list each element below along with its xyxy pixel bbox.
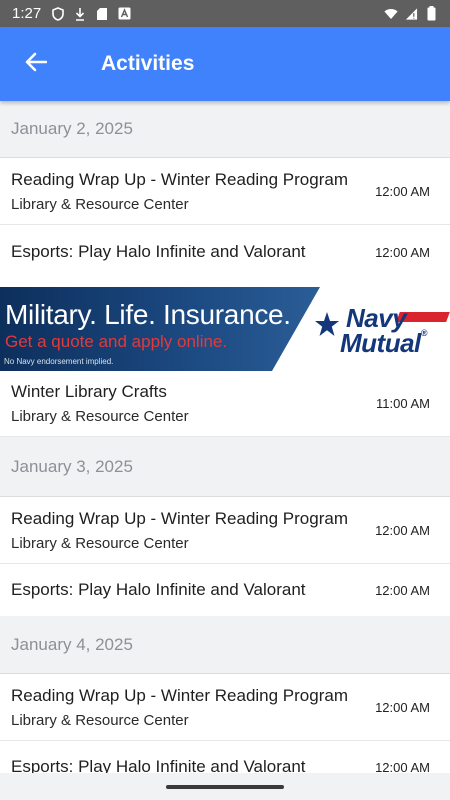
status-time: 1:27 (12, 5, 42, 22)
ad-headline: Military. Life. Insurance. (5, 299, 291, 330)
activity-time: 12:00 AM (375, 522, 430, 538)
battery-icon (424, 6, 438, 21)
signal-icon (404, 7, 418, 21)
activity-time: 12:00 AM (375, 699, 430, 715)
ad-banner[interactable]: Military. Life. Insurance. Get a quote a… (0, 287, 450, 371)
list-item[interactable]: Reading Wrap Up - Winter Reading Program… (0, 497, 450, 564)
app-bar: Activities (0, 27, 450, 101)
page-title: Activities (101, 52, 195, 75)
list-item[interactable]: Winter Library Crafts Library & Resource… (0, 371, 450, 437)
activity-title: Esports: Play Halo Infinite and Valorant (11, 757, 306, 773)
arrow-left-icon (25, 52, 48, 77)
home-indicator[interactable] (166, 784, 284, 789)
date-header: January 4, 2025 (0, 616, 450, 674)
activity-time: 12:00 AM (375, 183, 430, 199)
list-item[interactable]: Esports: Play Halo Infinite and Valorant… (0, 225, 450, 279)
list-item[interactable]: Reading Wrap Up - Winter Reading Program… (0, 158, 450, 225)
gesture-bar (0, 773, 450, 800)
activity-location: Library & Resource Center (11, 408, 189, 425)
ad-disclaimer: No Navy endorsement implied. (4, 357, 114, 366)
ad-subline: Get a quote and apply online. (5, 332, 228, 351)
activity-location: Library & Resource Center (11, 534, 189, 552)
font-a-icon (117, 7, 131, 21)
activity-title: Reading Wrap Up - Winter Reading Program (11, 169, 348, 189)
list-item[interactable]: Esports: Play Halo Infinite and Valorant… (0, 564, 450, 616)
spacer (0, 279, 450, 287)
download-icon (73, 7, 87, 21)
activity-location: Library & Resource Center (11, 711, 189, 729)
navy-mutual-logo: Navy Mutual® (310, 301, 450, 361)
activity-location: Library & Resource Center (11, 195, 189, 213)
activity-time: 12:00 AM (375, 582, 430, 598)
status-bar: 1:27 (0, 0, 450, 27)
list-item[interactable]: Esports: Play Halo Infinite and Valorant… (0, 741, 450, 773)
logo-text-line2: Mutual® (340, 328, 427, 358)
back-button[interactable] (0, 27, 72, 101)
activity-title: Esports: Play Halo Infinite and Valorant (11, 580, 306, 599)
activity-time: 12:00 AM (375, 759, 430, 774)
activity-title: Winter Library Crafts (11, 382, 167, 401)
activities-list[interactable]: January 2, 2025 Reading Wrap Up - Winter… (0, 101, 450, 773)
activity-title: Reading Wrap Up - Winter Reading Program (11, 685, 348, 705)
wifi-icon (384, 7, 398, 21)
activity-time: 12:00 AM (375, 244, 430, 260)
activity-title: Reading Wrap Up - Winter Reading Program (11, 508, 348, 528)
star-icon (315, 312, 339, 336)
shield-icon (51, 6, 65, 21)
list-item[interactable]: Reading Wrap Up - Winter Reading Program… (0, 674, 450, 741)
date-header: January 3, 2025 (0, 437, 450, 497)
activity-title: Esports: Play Halo Infinite and Valorant (11, 242, 306, 261)
sd-card-icon (95, 7, 109, 21)
activity-time: 11:00 AM (376, 396, 430, 411)
date-header: January 2, 2025 (0, 101, 450, 158)
